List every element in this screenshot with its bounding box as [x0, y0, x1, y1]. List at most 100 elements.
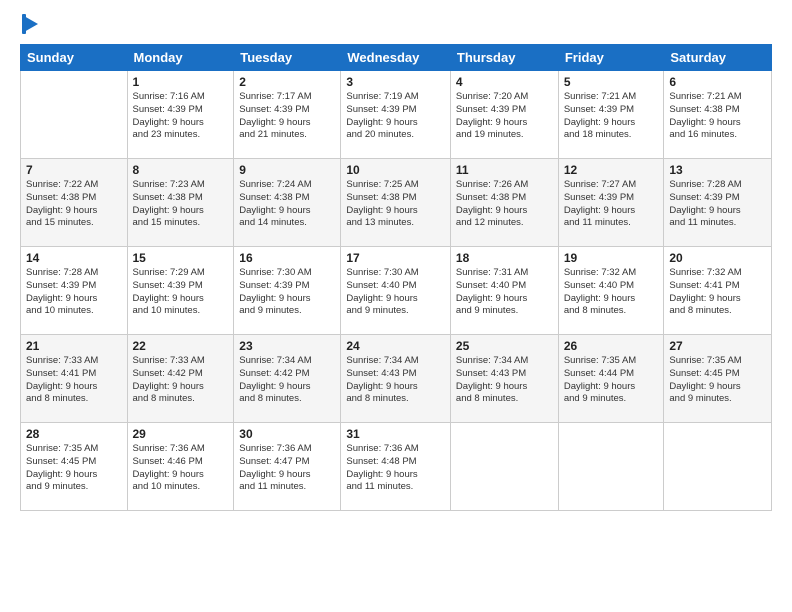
day-info: Sunrise: 7:34 AM Sunset: 4:43 PM Dayligh… [456, 355, 553, 406]
calendar-cell: 10 Sunrise: 7:25 AM Sunset: 4:38 PM Dayli… [341, 159, 451, 247]
day-info: Sunrise: 7:26 AM Sunset: 4:38 PM Dayligh… [456, 179, 553, 230]
day-info: Sunrise: 7:19 AM Sunset: 4:39 PM Dayligh… [346, 91, 445, 142]
calendar: SundayMondayTuesdayWednesdayThursdayFrid… [20, 44, 772, 511]
day-info: Sunrise: 7:23 AM Sunset: 4:38 PM Dayligh… [133, 179, 229, 230]
day-info: Sunrise: 7:32 AM Sunset: 4:40 PM Dayligh… [564, 267, 659, 318]
calendar-cell: 20Sunrise: 7:32 AM Sunset: 4:41 PM Dayli… [664, 247, 772, 335]
calendar-cell: 7Sunrise: 7:22 AM Sunset: 4:38 PM Daylig… [21, 159, 128, 247]
day-info: Sunrise: 7:25 AM Sunset: 4:38 PM Dayligh… [346, 179, 445, 230]
day-number: 26 [564, 339, 659, 353]
day-info: Sunrise: 7:34 AM Sunset: 4:43 PM Dayligh… [346, 355, 445, 406]
calendar-cell: 12 Sunrise: 7:27 AM Sunset: 4:39 PM Dayli… [558, 159, 664, 247]
day-number: 25 [456, 339, 553, 353]
calendar-header-cell: Friday [558, 45, 664, 71]
day-number: 24 [346, 339, 445, 353]
day-info: Sunrise: 7:28 AM Sunset: 4:39 PM Dayligh… [26, 267, 122, 318]
day-number: 23 [239, 339, 335, 353]
day-number: 15 [133, 251, 229, 265]
day-info: Sunrise: 7:33 AM Sunset: 4:42 PM Dayligh… [133, 355, 229, 406]
logo-text [20, 18, 40, 34]
calendar-cell [21, 71, 128, 159]
calendar-header-cell: Tuesday [234, 45, 341, 71]
day-info: Sunrise: 7:36 AM Sunset: 4:47 PM Dayligh… [239, 443, 335, 494]
calendar-cell: 1Sunrise: 7:16 AM Sunset: 4:39 PM Daylig… [127, 71, 234, 159]
day-info: Sunrise: 7:29 AM Sunset: 4:39 PM Dayligh… [133, 267, 229, 318]
day-info: Sunrise: 7:21 AM Sunset: 4:38 PM Dayligh… [669, 91, 766, 142]
calendar-cell: 16 Sunrise: 7:30 AM Sunset: 4:39 PM Dayli… [234, 247, 341, 335]
day-info: Sunrise: 7:28 AM Sunset: 4:39 PM Dayligh… [669, 179, 766, 230]
day-number: 16 [239, 251, 335, 265]
day-number: 9 [239, 163, 335, 177]
day-number: 27 [669, 339, 766, 353]
day-info: Sunrise: 7:34 AM Sunset: 4:42 PM Dayligh… [239, 355, 335, 406]
day-number: 5 [564, 75, 659, 89]
day-info: Sunrise: 7:30 AM Sunset: 4:39 PM Dayligh… [239, 267, 335, 318]
day-info: Sunrise: 7:17 AM Sunset: 4:39 PM Dayligh… [239, 91, 335, 142]
day-info: Sunrise: 7:30 AM Sunset: 4:40 PM Dayligh… [346, 267, 445, 318]
day-number: 12 [564, 163, 659, 177]
day-number: 4 [456, 75, 553, 89]
calendar-cell [450, 423, 558, 511]
calendar-week-row: 1Sunrise: 7:16 AM Sunset: 4:39 PM Daylig… [21, 71, 772, 159]
calendar-cell: 14 Sunrise: 7:28 AM Sunset: 4:39 PM Dayli… [21, 247, 128, 335]
calendar-header-cell: Sunday [21, 45, 128, 71]
calendar-cell: 8 Sunrise: 7:23 AM Sunset: 4:38 PM Daylig… [127, 159, 234, 247]
day-number: 22 [133, 339, 229, 353]
calendar-cell: 29Sunrise: 7:36 AM Sunset: 4:46 PM Dayli… [127, 423, 234, 511]
day-number: 8 [133, 163, 229, 177]
calendar-cell: 18Sunrise: 7:31 AM Sunset: 4:40 PM Dayli… [450, 247, 558, 335]
day-number: 19 [564, 251, 659, 265]
calendar-cell: 21Sunrise: 7:33 AM Sunset: 4:41 PM Dayli… [21, 335, 128, 423]
day-info: Sunrise: 7:24 AM Sunset: 4:38 PM Dayligh… [239, 179, 335, 230]
logo [20, 18, 40, 34]
calendar-cell: 17 Sunrise: 7:30 AM Sunset: 4:40 PM Dayli… [341, 247, 451, 335]
day-number: 11 [456, 163, 553, 177]
calendar-week-row: 7Sunrise: 7:22 AM Sunset: 4:38 PM Daylig… [21, 159, 772, 247]
day-info: Sunrise: 7:20 AM Sunset: 4:39 PM Dayligh… [456, 91, 553, 142]
calendar-cell: 30 Sunrise: 7:36 AM Sunset: 4:47 PM Dayli… [234, 423, 341, 511]
calendar-week-row: 21Sunrise: 7:33 AM Sunset: 4:41 PM Dayli… [21, 335, 772, 423]
day-number: 30 [239, 427, 335, 441]
day-info: Sunrise: 7:31 AM Sunset: 4:40 PM Dayligh… [456, 267, 553, 318]
day-number: 28 [26, 427, 122, 441]
day-info: Sunrise: 7:36 AM Sunset: 4:48 PM Dayligh… [346, 443, 445, 494]
day-info: Sunrise: 7:22 AM Sunset: 4:38 PM Dayligh… [26, 179, 122, 230]
calendar-cell: 9 Sunrise: 7:24 AM Sunset: 4:38 PM Daylig… [234, 159, 341, 247]
header [20, 18, 772, 34]
day-info: Sunrise: 7:33 AM Sunset: 4:41 PM Dayligh… [26, 355, 122, 406]
calendar-cell: 5 Sunrise: 7:21 AM Sunset: 4:39 PM Daylig… [558, 71, 664, 159]
calendar-cell: 23 Sunrise: 7:34 AM Sunset: 4:42 PM Dayli… [234, 335, 341, 423]
calendar-header-cell: Monday [127, 45, 234, 71]
day-number: 1 [133, 75, 229, 89]
calendar-cell: 19 Sunrise: 7:32 AM Sunset: 4:40 PM Dayli… [558, 247, 664, 335]
calendar-header-cell: Saturday [664, 45, 772, 71]
calendar-cell: 28 Sunrise: 7:35 AM Sunset: 4:45 PM Dayli… [21, 423, 128, 511]
calendar-header-row: SundayMondayTuesdayWednesdayThursdayFrid… [21, 45, 772, 71]
day-number: 17 [346, 251, 445, 265]
calendar-cell [558, 423, 664, 511]
calendar-header-cell: Thursday [450, 45, 558, 71]
day-number: 31 [346, 427, 445, 441]
day-number: 3 [346, 75, 445, 89]
calendar-cell: 4 Sunrise: 7:20 AM Sunset: 4:39 PM Daylig… [450, 71, 558, 159]
calendar-cell: 24 Sunrise: 7:34 AM Sunset: 4:43 PM Dayli… [341, 335, 451, 423]
day-number: 10 [346, 163, 445, 177]
day-info: Sunrise: 7:35 AM Sunset: 4:45 PM Dayligh… [26, 443, 122, 494]
calendar-cell: 27 Sunrise: 7:35 AM Sunset: 4:45 PM Dayli… [664, 335, 772, 423]
day-info: Sunrise: 7:35 AM Sunset: 4:44 PM Dayligh… [564, 355, 659, 406]
day-info: Sunrise: 7:21 AM Sunset: 4:39 PM Dayligh… [564, 91, 659, 142]
calendar-cell: 11 Sunrise: 7:26 AM Sunset: 4:38 PM Dayli… [450, 159, 558, 247]
page: SundayMondayTuesdayWednesdayThursdayFrid… [0, 0, 792, 612]
calendar-cell: 25 Sunrise: 7:34 AM Sunset: 4:43 PM Dayli… [450, 335, 558, 423]
calendar-cell: 13 Sunrise: 7:28 AM Sunset: 4:39 PM Dayli… [664, 159, 772, 247]
calendar-cell: 15 Sunrise: 7:29 AM Sunset: 4:39 PM Dayli… [127, 247, 234, 335]
calendar-week-row: 14 Sunrise: 7:28 AM Sunset: 4:39 PM Dayli… [21, 247, 772, 335]
calendar-cell: 3 Sunrise: 7:19 AM Sunset: 4:39 PM Daylig… [341, 71, 451, 159]
day-info: Sunrise: 7:36 AM Sunset: 4:46 PM Dayligh… [133, 443, 229, 494]
day-info: Sunrise: 7:35 AM Sunset: 4:45 PM Dayligh… [669, 355, 766, 406]
day-number: 20 [669, 251, 766, 265]
calendar-cell: 22 Sunrise: 7:33 AM Sunset: 4:42 PM Dayli… [127, 335, 234, 423]
day-number: 14 [26, 251, 122, 265]
day-info: Sunrise: 7:27 AM Sunset: 4:39 PM Dayligh… [564, 179, 659, 230]
day-number: 13 [669, 163, 766, 177]
